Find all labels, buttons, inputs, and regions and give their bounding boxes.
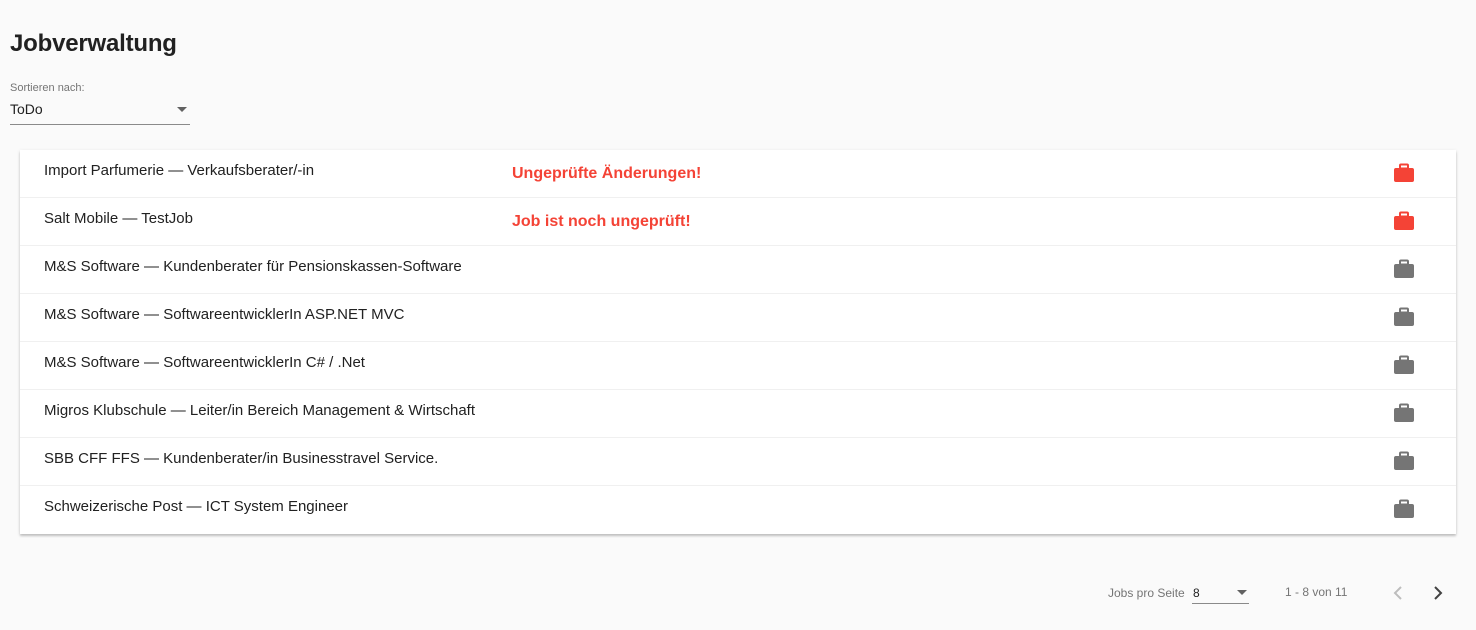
job-title: M&S Software — SoftwareentwicklerIn C# /… [44,354,365,371]
job-row[interactable]: M&S Software — Kundenberater für Pension… [20,246,1456,294]
chevron-right-icon[interactable] [1426,581,1450,605]
sort-label: Sortieren nach: [10,82,85,94]
dropdown-arrow-icon [1237,590,1247,595]
page-size-value: 8 [1193,586,1200,600]
job-list: Import Parfumerie — Verkaufsberater/-in … [20,150,1456,534]
briefcase-icon[interactable] [1393,499,1415,519]
briefcase-icon[interactable] [1393,451,1415,471]
briefcase-icon[interactable] [1393,163,1415,183]
job-row[interactable]: Schweizerische Post — ICT System Enginee… [20,486,1456,534]
job-title: Salt Mobile — TestJob [44,210,193,227]
job-row[interactable]: M&S Software — SoftwareentwicklerIn C# /… [20,342,1456,390]
job-row[interactable]: M&S Software — SoftwareentwicklerIn ASP.… [20,294,1456,342]
page-size-label: Jobs pro Seite [1108,586,1185,600]
chevron-left-icon[interactable] [1386,581,1410,605]
job-title: M&S Software — Kundenberater für Pension… [44,258,462,275]
page-title: Jobverwaltung [10,30,177,57]
job-row[interactable]: Salt Mobile — TestJob Job ist noch ungep… [20,198,1456,246]
sort-value: ToDo [10,101,43,117]
job-warning: Job ist noch ungeprüft! [512,213,691,230]
briefcase-icon[interactable] [1393,307,1415,327]
job-row[interactable]: Import Parfumerie — Verkaufsberater/-in … [20,150,1456,198]
briefcase-icon[interactable] [1393,259,1415,279]
job-row[interactable]: SBB CFF FFS — Kundenberater/in Businesst… [20,438,1456,486]
page-size-select[interactable]: 8 [1192,581,1249,604]
dropdown-arrow-icon [177,107,187,112]
sort-field[interactable]: Sortieren nach: ToDo [10,82,190,125]
briefcase-icon[interactable] [1393,355,1415,375]
job-title: Migros Klubschule — Leiter/in Bereich Ma… [44,402,476,419]
sort-select[interactable]: ToDo [10,100,190,125]
job-warning: Ungeprüfte Änderungen! [512,165,702,182]
job-title: M&S Software — SoftwareentwicklerIn ASP.… [44,306,405,323]
briefcase-icon[interactable] [1393,211,1415,231]
paginator: Jobs pro Seite 8 1 - 8 von 11 [0,578,1476,608]
job-row[interactable]: Migros Klubschule — Leiter/in Bereich Ma… [20,390,1456,438]
job-title: Import Parfumerie — Verkaufsberater/-in [44,162,315,179]
job-title: Schweizerische Post — ICT System Enginee… [44,498,349,515]
range-label: 1 - 8 von 11 [1285,585,1348,599]
job-title: SBB CFF FFS — Kundenberater/in Businesst… [44,450,439,467]
briefcase-icon[interactable] [1393,403,1415,423]
